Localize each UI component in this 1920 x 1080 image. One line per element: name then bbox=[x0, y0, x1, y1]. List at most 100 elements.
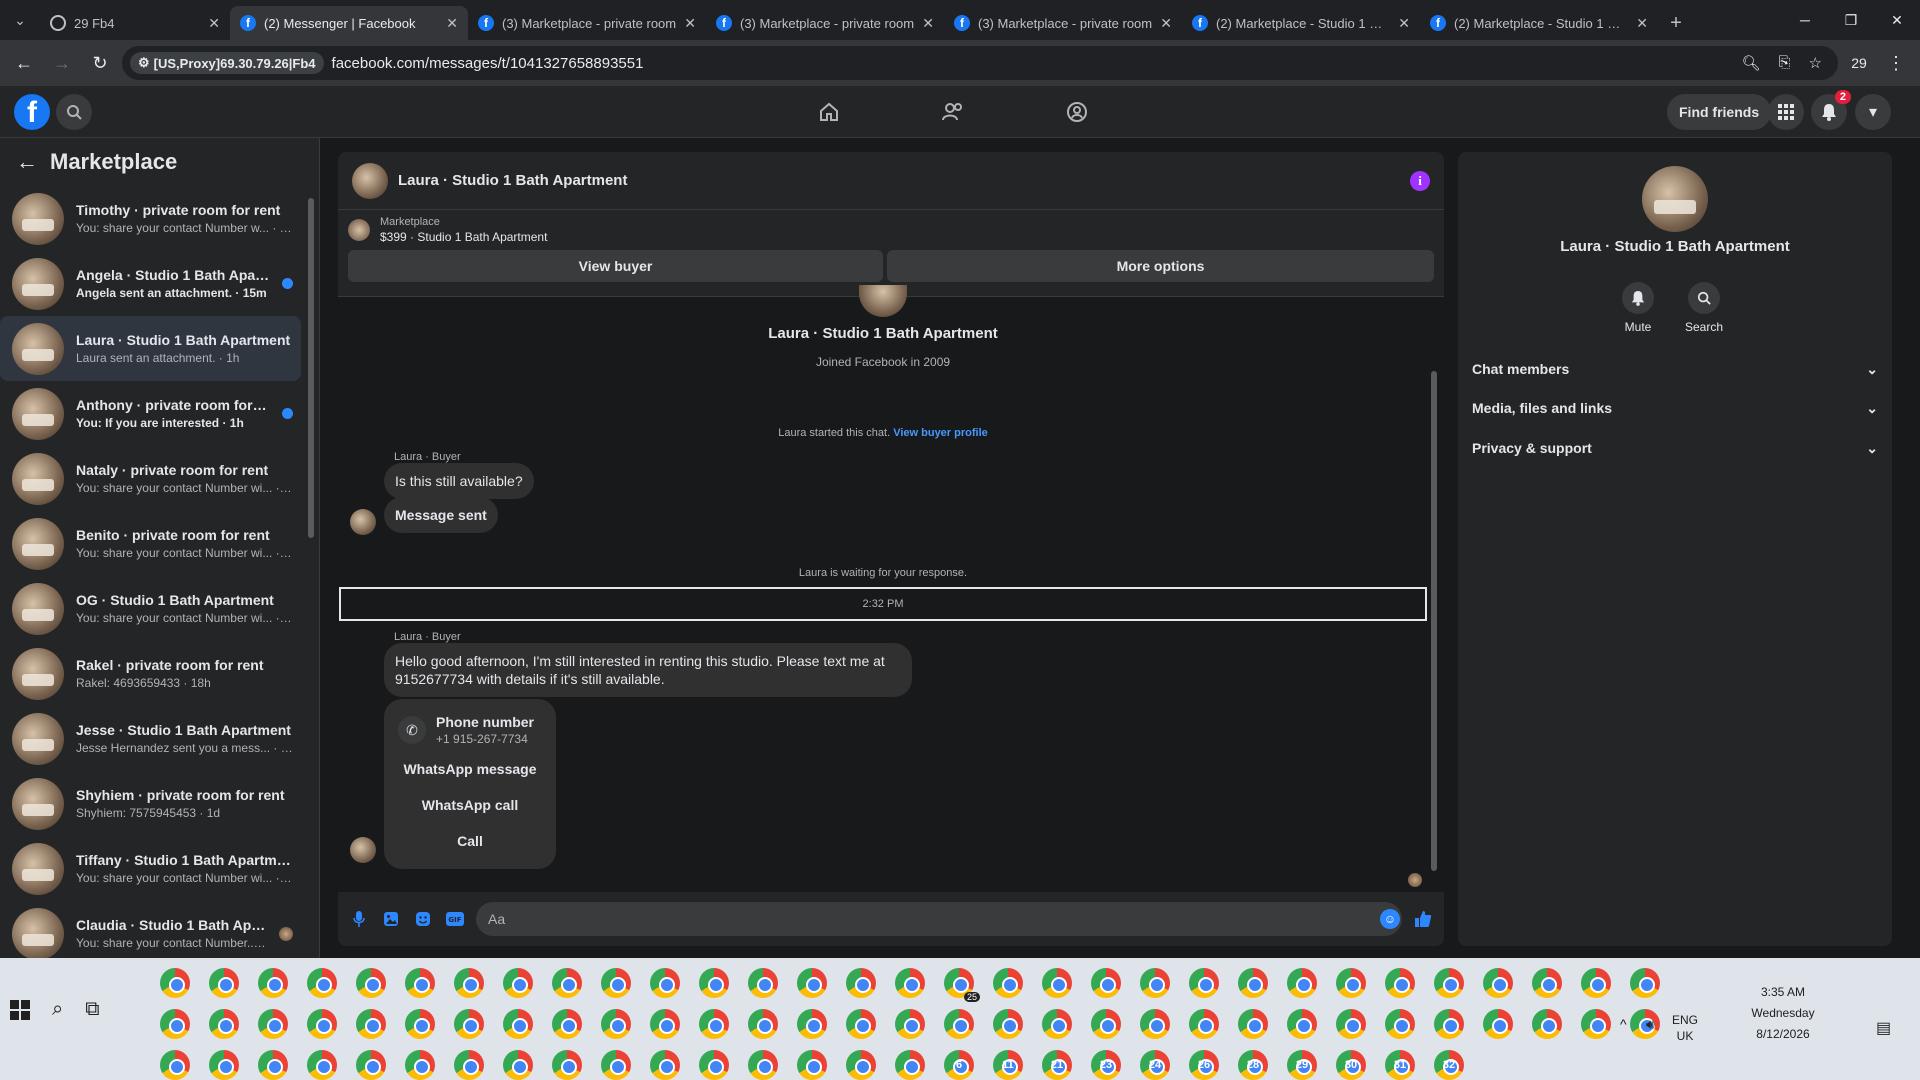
taskbar-app-icon[interactable] bbox=[405, 1009, 435, 1039]
taskbar-app-icon[interactable] bbox=[1140, 968, 1170, 998]
view-buyer-profile-link[interactable]: View buyer profile bbox=[893, 427, 988, 439]
taskbar-app-icon[interactable] bbox=[1434, 968, 1464, 998]
taskbar-app-icon[interactable] bbox=[993, 968, 1023, 998]
taskbar-app-icon[interactable] bbox=[797, 968, 827, 998]
conversation-item[interactable]: Jesse · Studio 1 Bath Apartment Jesse Her… bbox=[0, 706, 301, 771]
site-info-chip[interactable]: ⚙ [US,Proxy]69.30.79.26|Fb4 bbox=[130, 52, 324, 74]
more-options-button[interactable]: More options bbox=[887, 250, 1434, 282]
taskbar-app-icon[interactable] bbox=[1336, 1009, 1366, 1039]
taskbar-app-icon[interactable] bbox=[748, 968, 778, 998]
listing-summary[interactable]: Marketplace $399 · Studio 1 Bath Apartme… bbox=[338, 210, 1444, 250]
taskbar-app-icon[interactable] bbox=[552, 1009, 582, 1039]
taskbar-app-icon[interactable] bbox=[1091, 1009, 1121, 1039]
taskbar-app-icon[interactable] bbox=[748, 1050, 778, 1080]
taskbar-app-icon[interactable] bbox=[552, 968, 582, 998]
tab-search-dropdown-icon[interactable]: ⌄ bbox=[0, 0, 40, 40]
back-icon[interactable]: ← bbox=[8, 47, 40, 79]
message-bubble[interactable]: Is this still available? bbox=[384, 463, 534, 499]
tab-close-icon[interactable]: ✕ bbox=[208, 15, 220, 32]
conversation-item[interactable]: Shyhiem · private room for rent Shyhiem: … bbox=[0, 771, 301, 836]
taskbar-app-icon[interactable] bbox=[895, 968, 925, 998]
find-friends-button[interactable]: Find friends bbox=[1667, 94, 1772, 130]
language-indicator[interactable]: ENG UK bbox=[1672, 1012, 1698, 1044]
notifications-bell-icon[interactable]: 2 bbox=[1811, 90, 1851, 130]
call-button[interactable]: Call bbox=[384, 823, 556, 859]
scrollbar-thumb[interactable] bbox=[308, 198, 314, 538]
conversation-item[interactable]: Angela · Studio 1 Bath Apartm... Angela s… bbox=[0, 251, 301, 316]
tab-close-icon[interactable]: ✕ bbox=[1160, 15, 1172, 32]
taskbar-app-icon[interactable] bbox=[1483, 968, 1513, 998]
taskbar-app-icon[interactable] bbox=[650, 1050, 680, 1080]
taskbar-app-icon[interactable] bbox=[454, 968, 484, 998]
sidebar-scrollbar[interactable] bbox=[307, 184, 315, 954]
taskbar-app-icon[interactable] bbox=[503, 968, 533, 998]
taskbar-app-icon[interactable] bbox=[209, 1050, 239, 1080]
taskbar-app-icon[interactable] bbox=[1385, 1009, 1415, 1039]
tab-close-icon[interactable]: ✕ bbox=[1398, 15, 1410, 32]
message-scrollbar[interactable] bbox=[1430, 301, 1438, 887]
taskbar-app-icon[interactable]: 11 bbox=[993, 1050, 1023, 1080]
taskbar-app-icon[interactable] bbox=[160, 1009, 190, 1039]
taskbar-app-icon[interactable]: 26 bbox=[1189, 1050, 1219, 1080]
message-bubble[interactable]: Hello good afternoon, I'm still interest… bbox=[384, 643, 912, 697]
microphone-icon[interactable] bbox=[348, 908, 370, 930]
taskbar-app-icon[interactable] bbox=[846, 968, 876, 998]
taskbar-app-icon[interactable] bbox=[307, 1050, 337, 1080]
browser-tab-active[interactable]: f (2) Messenger | Facebook ✕ bbox=[230, 6, 468, 40]
whatsapp-message-button[interactable]: WhatsApp message bbox=[384, 751, 556, 787]
taskbar-app-icon[interactable] bbox=[846, 1009, 876, 1039]
windows-start-icon[interactable] bbox=[10, 999, 30, 1020]
taskbar-app-icon[interactable] bbox=[160, 968, 190, 998]
search-in-conversation-button[interactable]: Search bbox=[1674, 282, 1734, 334]
whatsapp-call-button[interactable]: WhatsApp call bbox=[384, 787, 556, 823]
conversation-item[interactable]: Claudia · Studio 1 Bath Apart... You: sha… bbox=[0, 901, 301, 958]
clock[interactable]: 3:35 AM Wednesday 8/12/2026 bbox=[1738, 982, 1828, 1045]
search-icon[interactable] bbox=[56, 94, 92, 130]
taskbar-app-icon[interactable] bbox=[1483, 1009, 1513, 1039]
tab-close-icon[interactable]: ✕ bbox=[922, 15, 934, 32]
avatar[interactable] bbox=[352, 162, 388, 199]
taskbar-app-icon[interactable] bbox=[1140, 1009, 1170, 1039]
avatar[interactable] bbox=[1642, 166, 1708, 232]
taskbar-app-icon[interactable] bbox=[356, 968, 386, 998]
facebook-logo[interactable]: f bbox=[14, 94, 50, 130]
conversation-item[interactable]: Benito · private room for rent You: share… bbox=[0, 511, 301, 576]
taskbar-app-icon[interactable] bbox=[650, 1009, 680, 1039]
friends-icon[interactable] bbox=[933, 96, 973, 128]
task-view-icon[interactable]: ⧉ bbox=[85, 998, 99, 1021]
taskbar-app-icon[interactable] bbox=[258, 968, 288, 998]
taskbar-app-icon[interactable]: 24 bbox=[1140, 1050, 1170, 1080]
taskbar-app-icon[interactable] bbox=[503, 1009, 533, 1039]
groups-icon[interactable] bbox=[1057, 96, 1097, 128]
tab-close-icon[interactable]: ✕ bbox=[1636, 15, 1648, 32]
zoom-icon[interactable]: 🔍︎ bbox=[1741, 54, 1760, 72]
taskbar-app-icon[interactable] bbox=[1532, 1009, 1562, 1039]
message-input[interactable]: Aa bbox=[476, 902, 1402, 936]
taskbar-app-icon[interactable] bbox=[258, 1009, 288, 1039]
taskbar-app-icon[interactable]: 28 bbox=[1238, 1050, 1268, 1080]
taskbar-app-icon[interactable] bbox=[1042, 968, 1072, 998]
conversation-item[interactable]: Tiffany · Studio 1 Bath Apartment You: sh… bbox=[0, 836, 301, 901]
taskbar-app-icon[interactable] bbox=[454, 1050, 484, 1080]
taskbar-app-icon[interactable] bbox=[405, 1050, 435, 1080]
taskbar-app-icon[interactable] bbox=[895, 1009, 925, 1039]
privacy-support-section[interactable]: Privacy & support ⌄ bbox=[1472, 429, 1878, 467]
taskbar-app-icon[interactable] bbox=[601, 1009, 631, 1039]
tab-close-icon[interactable]: ✕ bbox=[684, 15, 696, 32]
taskbar-app-icon[interactable] bbox=[307, 968, 337, 998]
close-window-icon[interactable]: ✕ bbox=[1874, 0, 1920, 40]
taskbar-app-icon[interactable] bbox=[1532, 968, 1562, 998]
forward-icon[interactable]: → bbox=[46, 47, 78, 79]
taskbar-app-icon[interactable] bbox=[356, 1050, 386, 1080]
taskbar-app-icon[interactable] bbox=[454, 1009, 484, 1039]
taskbar-app-icon[interactable] bbox=[993, 1009, 1023, 1039]
mute-button[interactable]: Mute bbox=[1608, 282, 1668, 334]
taskbar-app-icon[interactable] bbox=[699, 1009, 729, 1039]
avatar[interactable] bbox=[350, 509, 376, 535]
taskbar-app-icon[interactable] bbox=[797, 1009, 827, 1039]
taskbar-app-icon[interactable] bbox=[797, 1050, 827, 1080]
taskbar-app-icon[interactable] bbox=[1091, 968, 1121, 998]
reload-icon[interactable]: ↻ bbox=[84, 47, 116, 79]
conversation-item[interactable]: Rakel · private room for rent Rakel: 4693… bbox=[0, 641, 301, 706]
like-thumb-icon[interactable] bbox=[1412, 908, 1434, 930]
